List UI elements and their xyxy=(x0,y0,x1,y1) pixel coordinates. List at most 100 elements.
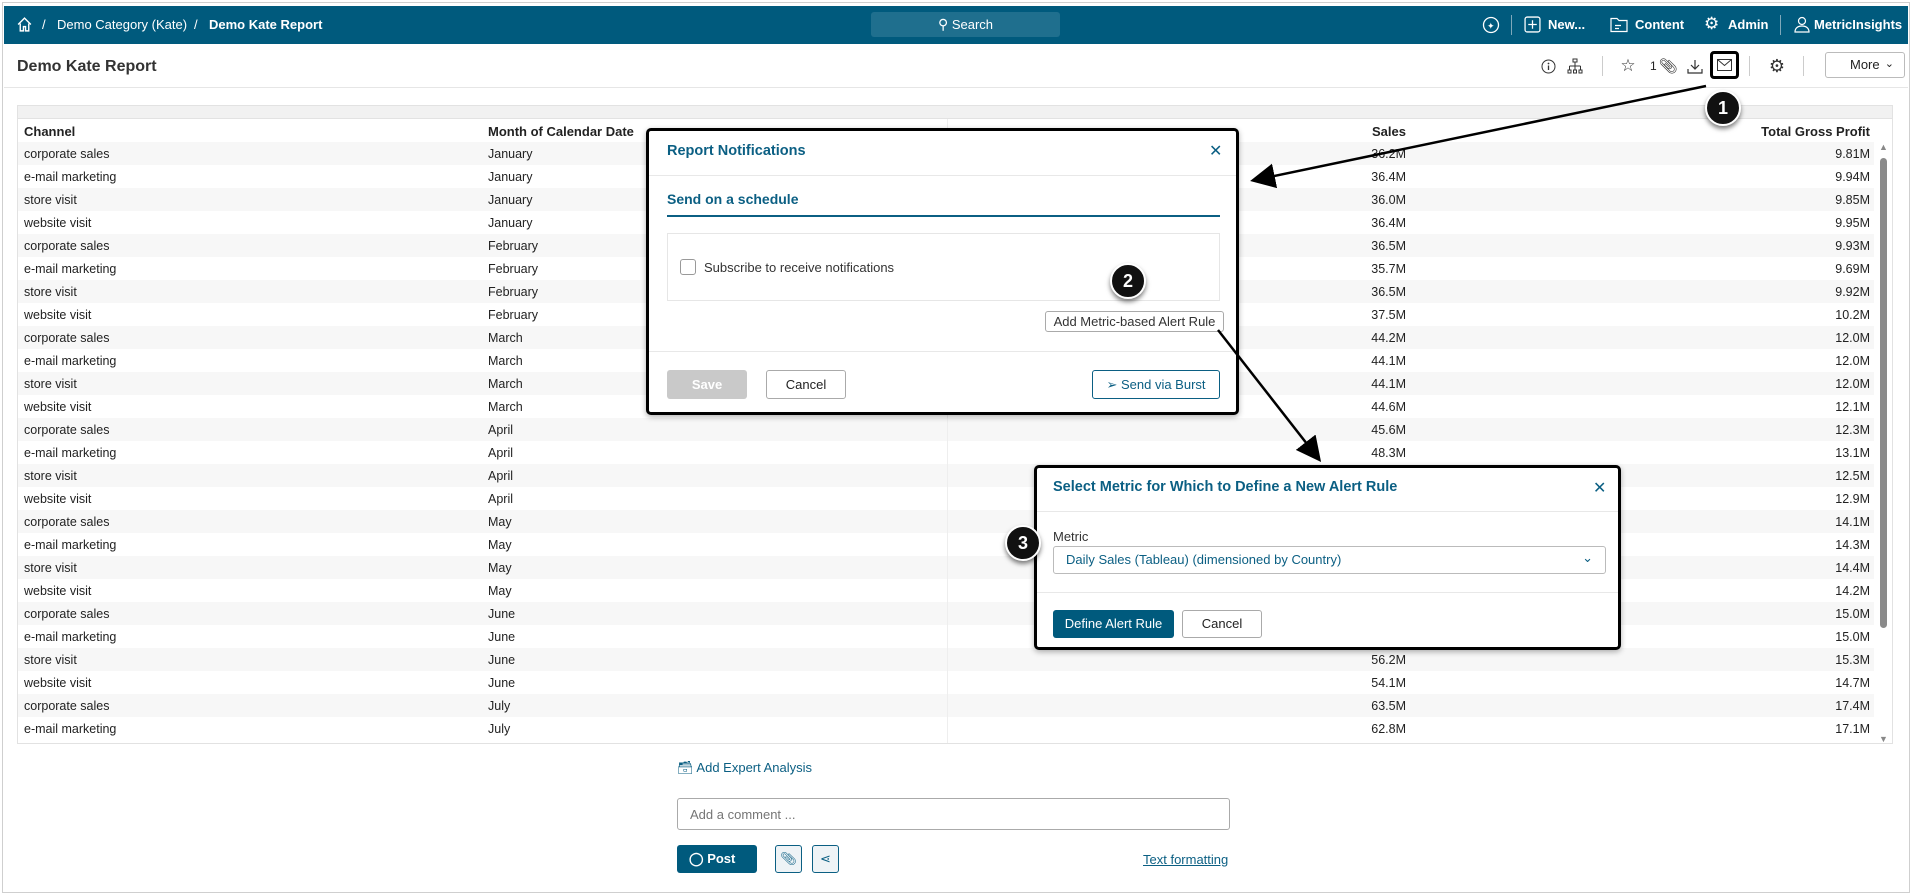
cancel-button[interactable]: Cancel xyxy=(1182,610,1262,638)
add-metric-alert-rule-button[interactable]: Add Metric-based Alert Rule xyxy=(1045,311,1224,332)
email-notifications-button[interactable] xyxy=(1710,51,1739,79)
share-button[interactable]: ⋖ xyxy=(812,845,839,873)
step-marker: 3 xyxy=(1005,525,1041,561)
paperclip-icon: 📎︎ xyxy=(780,851,797,866)
check-circle-icon: ◯ xyxy=(689,851,704,866)
breadcrumb-separator: / xyxy=(194,17,198,32)
download-icon[interactable] xyxy=(1684,55,1706,77)
table-cell: 44.1M xyxy=(1371,354,1406,368)
comment-input[interactable] xyxy=(677,798,1230,830)
close-icon[interactable]: ✕ xyxy=(1593,478,1606,498)
attach-file-button[interactable]: 📎︎ xyxy=(775,845,802,873)
home-icon[interactable] xyxy=(16,16,33,33)
report-notifications-modal: Report Notifications ✕ Send on a schedul… xyxy=(646,128,1239,415)
scroll-down-icon[interactable]: ▼ xyxy=(1879,734,1888,744)
cancel-button[interactable]: Cancel xyxy=(766,370,846,399)
table-cell: corporate sales xyxy=(24,147,110,161)
table-cell: e-mail marketing xyxy=(24,446,117,460)
content-icon[interactable] xyxy=(1610,16,1628,33)
new-icon[interactable] xyxy=(1524,16,1541,33)
table-cell: website visit xyxy=(24,492,92,506)
admin-menu[interactable]: Admin xyxy=(1728,17,1768,32)
add-expert-analysis-link[interactable]: 🗃︎ Add Expert Analysis xyxy=(677,760,812,776)
metric-select[interactable]: Daily Sales (Tableau) (dimensioned by Co… xyxy=(1053,546,1606,574)
envelope-icon xyxy=(1717,59,1732,71)
scroll-up-icon[interactable]: ▲ xyxy=(1879,142,1888,152)
column-header[interactable]: Month of Calendar Date xyxy=(488,124,634,139)
info-icon[interactable] xyxy=(1537,55,1559,77)
more-button[interactable]: More ⌄ xyxy=(1825,52,1905,78)
share-icon: ⋖ xyxy=(820,851,831,866)
table-cell: February xyxy=(488,262,539,276)
briefcase-icon: 🗃︎ xyxy=(677,760,694,775)
table-cell: April xyxy=(488,446,514,460)
user-menu[interactable]: MetricInsights xyxy=(1814,17,1902,32)
ai-assistant-icon[interactable]: ✦ xyxy=(1482,16,1500,34)
column-header[interactable]: Sales xyxy=(1372,124,1406,139)
table-cell: 17.4M xyxy=(1835,699,1870,713)
tab-send-on-schedule[interactable]: Send on a schedule xyxy=(667,191,798,207)
column-header[interactable]: Total Gross Profit xyxy=(1761,124,1870,139)
table-cell: corporate sales xyxy=(24,515,110,529)
table-cell: 9.69M xyxy=(1835,262,1870,276)
favorite-star-icon[interactable]: ☆ xyxy=(1617,55,1639,77)
attachment-icon[interactable]: 📎︎ xyxy=(1657,55,1679,77)
table-cell: 9.93M xyxy=(1835,239,1870,253)
table-scrollbar[interactable]: ▲ ▼ xyxy=(1877,142,1889,744)
step-marker: 2 xyxy=(1110,263,1146,299)
table-cell: 9.95M xyxy=(1835,216,1870,230)
post-button[interactable]: ◯ Post xyxy=(677,845,757,873)
table-cell: 36.0M xyxy=(1371,193,1406,207)
modal-title: Report Notifications xyxy=(667,143,806,159)
admin-gear-icon[interactable]: ⚙ xyxy=(1704,14,1719,34)
search-button[interactable]: ⚲ Search xyxy=(871,12,1060,37)
table-cell: 15.3M xyxy=(1835,653,1870,667)
table-cell: 12.0M xyxy=(1835,331,1870,345)
subscribe-checkbox[interactable] xyxy=(680,259,696,275)
breadcrumb-separator: / xyxy=(42,17,46,32)
table-row: e-mail marketing April 48.3M 13.1M xyxy=(18,441,1874,464)
table-cell: 12.0M xyxy=(1835,354,1870,368)
table-cell: February xyxy=(488,285,539,299)
table-cell: e-mail marketing xyxy=(24,262,117,276)
post-label: Post xyxy=(707,851,736,866)
table-cell: store visit xyxy=(24,193,77,207)
table-cell: May xyxy=(488,515,512,529)
table-cell: store visit xyxy=(24,653,77,667)
table-cell: 36.4M xyxy=(1371,216,1406,230)
define-alert-rule-button[interactable]: Define Alert Rule xyxy=(1053,610,1174,638)
breadcrumb-category[interactable]: Demo Category (Kate) xyxy=(57,17,187,32)
table-cell: e-mail marketing xyxy=(24,538,117,552)
table-cell: store visit xyxy=(24,377,77,391)
table-cell: May xyxy=(488,538,512,552)
lineage-icon[interactable] xyxy=(1564,55,1586,77)
add-expert-analysis-label: Add Expert Analysis xyxy=(696,760,813,775)
table-cell: January xyxy=(488,170,533,184)
send-via-burst-label: Send via Burst xyxy=(1120,377,1206,392)
table-cell: corporate sales xyxy=(24,239,110,253)
close-icon[interactable]: ✕ xyxy=(1209,141,1222,161)
table-cell: corporate sales xyxy=(24,331,110,345)
table-cell: January xyxy=(488,193,533,207)
column-header[interactable]: Channel xyxy=(24,124,75,139)
send-via-burst-button[interactable]: ➢ Send via Burst xyxy=(1092,370,1220,399)
scrollbar-thumb[interactable] xyxy=(1880,158,1887,628)
table-cell: 56.2M xyxy=(1371,653,1406,667)
svg-text:✦: ✦ xyxy=(1487,21,1495,31)
favorites-count: 1 xyxy=(1650,59,1657,73)
table-cell: 10.2M xyxy=(1835,308,1870,322)
content-menu[interactable]: Content xyxy=(1635,17,1684,32)
table-cell: 48.3M xyxy=(1371,446,1406,460)
table-cell: 15.0M xyxy=(1835,630,1870,644)
table-cell: e-mail marketing xyxy=(24,354,117,368)
table-cell: 9.85M xyxy=(1835,193,1870,207)
table-cell: July xyxy=(488,722,511,736)
new-menu[interactable]: New... xyxy=(1548,17,1585,32)
text-formatting-link[interactable]: Text formatting xyxy=(1143,852,1228,867)
settings-gear-icon[interactable]: ⚙ xyxy=(1766,55,1788,77)
user-icon[interactable] xyxy=(1794,16,1810,33)
page-title: Demo Kate Report xyxy=(17,58,157,75)
save-button[interactable]: Save xyxy=(667,370,747,399)
table-cell: website visit xyxy=(24,400,92,414)
table-cell: 12.0M xyxy=(1835,377,1870,391)
